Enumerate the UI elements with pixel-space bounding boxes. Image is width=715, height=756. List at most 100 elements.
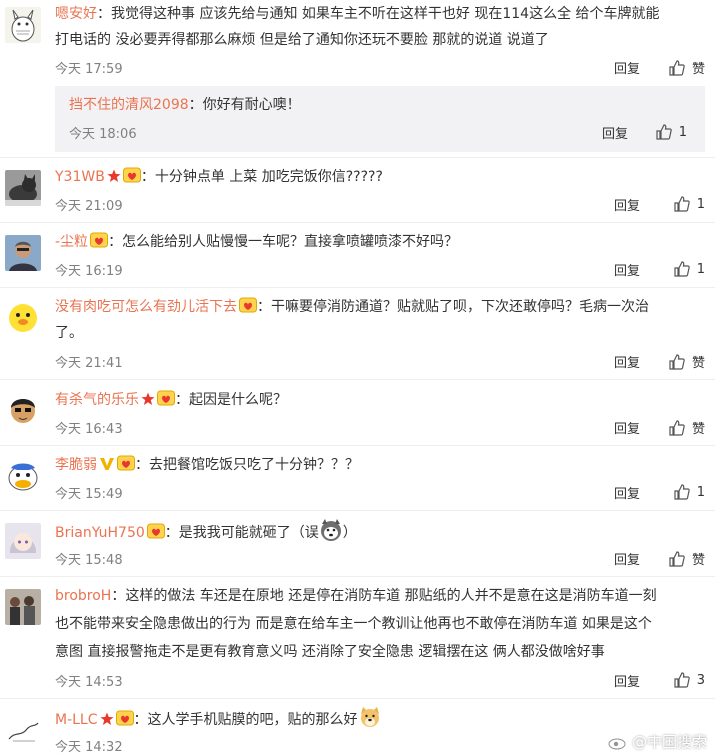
group-photo-avatar-icon (5, 589, 41, 625)
comment-text: M-LLC ：这人学手机贴膜的吧，贴的那么好 (55, 705, 705, 733)
reply-button[interactable]: 回复 (614, 483, 640, 502)
username-link[interactable]: 有杀气的乐乐 (55, 392, 139, 408)
thumbs-up-icon (674, 672, 690, 688)
comment-meta: 今天 16:19 回复 1 (55, 260, 715, 280)
like-button[interactable]: 赞 (668, 352, 705, 371)
totoro-avatar-icon (5, 7, 41, 43)
timestamp: 今天 16:19 (55, 264, 123, 279)
cartoon-boy-avatar-icon (5, 392, 41, 428)
comment-meta: 今天 15:49 回复 1 (55, 483, 715, 503)
timestamp: 今天 21:41 (55, 356, 123, 371)
comment-text-line2: 打电话的 没必要弄得都那么麻烦 但是给了通知你还玩不要脸 那就的说道 说道了 (55, 32, 549, 48)
comment-item: brobroH：这样的做法 车还是在原地 还是停在消防车道 那贴纸的人并不是意在… (0, 577, 715, 699)
watermark: @中国搜索 (608, 731, 707, 752)
vip-fan-badge-icon (117, 455, 135, 471)
username-link[interactable]: Y31WB (55, 169, 105, 185)
reply-button[interactable]: 回复 (614, 549, 640, 568)
comment-meta: 今天 15:48 回复 赞 (55, 549, 715, 569)
reply-button[interactable]: 回复 (614, 195, 640, 214)
comment-item: BrianYuH750 ：是我我可能就砸了（误） 今天 15:48 回复 赞 (0, 511, 715, 577)
username-link[interactable]: 没有肉吃可怎么有劲儿活下去 (55, 299, 237, 315)
star-badge-icon (100, 712, 114, 725)
comment-text: 李脆弱 ：去把餐馆吃饭只吃了十分钟？？？ (55, 455, 359, 473)
avatar[interactable] (5, 711, 41, 747)
like-button[interactable]: 3 (673, 671, 705, 689)
thumbs-up-icon (656, 124, 672, 140)
thumbs-up-icon (669, 419, 685, 436)
username-link[interactable]: M-LLC (55, 712, 98, 728)
avatar[interactable] (5, 235, 41, 271)
cat-photo-avatar-icon (5, 170, 41, 206)
timestamp: 今天 15:48 (55, 553, 123, 568)
timestamp: 今天 14:32 (55, 740, 123, 755)
like-count: 1 (696, 261, 705, 277)
yellow-duck-avatar-icon (5, 300, 41, 336)
vip-fan-badge-icon (239, 297, 257, 313)
comment-item: Y31WB ：十分钟点单 上菜 加吃完饭你信????? 今天 21:09 回复 1 (0, 158, 715, 223)
username-link[interactable]: 李脆弱 (55, 457, 97, 473)
comment-text-line3: 意图 直接报警拖走不是更有教育意义吗 还消除了安全隐患 逻辑摆在这 俩人都没做啥… (55, 644, 605, 660)
like-count: 1 (696, 196, 705, 212)
avatar[interactable] (5, 392, 41, 428)
vip-fan-badge-icon (90, 232, 109, 248)
anime-girl-avatar-icon (5, 523, 41, 559)
timestamp: 今天 16:43 (55, 422, 123, 437)
reply-button[interactable]: 回复 (614, 352, 640, 371)
comment-meta: 今天 21:09 回复 1 (55, 195, 715, 215)
weibo-logo-icon (608, 738, 626, 749)
husky-emoji-icon (320, 519, 341, 541)
comment-item: 有杀气的乐乐 ：起因是什么呢？ 今天 16:43 回复 赞 (0, 380, 715, 446)
username-link[interactable]: brobroH (55, 588, 111, 604)
reply-button[interactable]: 回复 (614, 671, 640, 690)
like-button[interactable]: 赞 (668, 58, 705, 77)
doge-emoji-icon (360, 707, 379, 727)
like-button[interactable]: 赞 (668, 549, 705, 568)
username-link[interactable]: BrianYuH750 (55, 525, 145, 541)
avatar[interactable] (5, 589, 41, 625)
comment-item: 李脆弱 ：去把餐馆吃饭只吃了十分钟？？？ 今天 15:49 回复 1 (0, 446, 715, 511)
reply-button[interactable]: 回复 (614, 260, 640, 279)
vip-fan-badge-icon (146, 523, 165, 539)
comment-item: -尘粒 ：怎么能给别人贴慢慢一车呢？直接拿喷罐喷漆不好吗？ 今天 16:19 回复… (0, 223, 715, 288)
reply-username-link[interactable]: 挡不住的清风2098 (69, 97, 189, 113)
like-button[interactable]: 1 (673, 195, 705, 213)
thumbs-up-icon (674, 196, 690, 212)
username-link[interactable]: -尘粒 (55, 234, 88, 250)
thumbs-up-icon (669, 353, 685, 370)
avatar[interactable] (5, 7, 41, 43)
star-badge-icon (141, 392, 155, 405)
reply-button[interactable]: 回复 (614, 58, 640, 77)
thumbs-up-icon (674, 261, 690, 277)
reply-button[interactable]: 回复 (614, 418, 640, 437)
thumbs-up-icon (674, 484, 690, 500)
avatar[interactable] (5, 170, 41, 206)
comment-meta: 今天 17:59 回复 赞 (55, 58, 715, 78)
reply-button[interactable]: 回复 (602, 123, 628, 142)
vip-fan-badge-icon (122, 167, 141, 183)
avatar[interactable] (5, 300, 41, 336)
like-button[interactable]: 赞 (668, 418, 705, 437)
comment-text: 没有肉吃可怎么有劲儿活下去 ：干嘛要停消防通道？贴就贴了呗，下次还敢停吗？毛病一次… (55, 297, 649, 315)
avatar[interactable] (5, 458, 41, 494)
comment-meta: 今天 16:43 回复 赞 (55, 418, 715, 438)
comment-text: -尘粒 ：怎么能给别人贴慢慢一车呢？直接拿喷罐喷漆不好吗？ (55, 232, 459, 250)
like-count: 赞 (691, 356, 705, 371)
timestamp: 今天 18:06 (69, 127, 137, 142)
like-count: 1 (696, 484, 705, 500)
sketch-avatar-icon (5, 711, 41, 747)
reply-text: 挡不住的清风2098：你好有耐心噢！ (69, 97, 301, 113)
username-link[interactable]: 嗯安好 (55, 6, 97, 22)
like-button[interactable]: 1 (655, 123, 687, 141)
avatar[interactable] (5, 523, 41, 559)
like-button[interactable]: 1 (673, 483, 705, 501)
person-photo-avatar-icon (5, 235, 41, 271)
timestamp: 今天 21:09 (55, 199, 123, 214)
comment-text: 有杀气的乐乐 ：起因是什么呢？ (55, 390, 287, 408)
cartoon-duck-avatar-icon (5, 458, 41, 494)
like-count: 赞 (691, 62, 705, 77)
like-count: 3 (696, 672, 705, 688)
comment-item: 没有肉吃可怎么有劲儿活下去 ：干嘛要停消防通道？贴就贴了呗，下次还敢停吗？毛病一次… (0, 288, 715, 380)
thumbs-up-icon (669, 550, 685, 567)
like-button[interactable]: 1 (673, 260, 705, 278)
timestamp: 今天 17:59 (55, 62, 123, 77)
